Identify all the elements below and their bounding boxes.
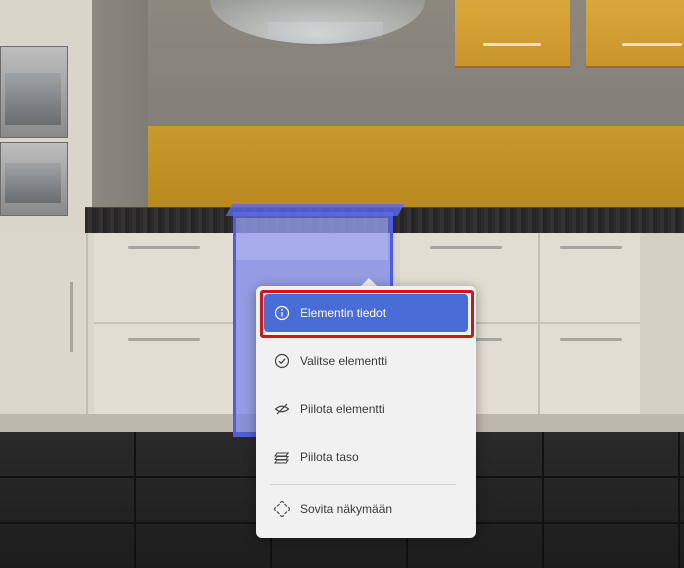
oven-upper bbox=[0, 46, 68, 138]
menu-item-fit-view[interactable]: Sovita näkymään bbox=[264, 490, 468, 528]
oven-lower bbox=[0, 142, 68, 216]
layers-icon bbox=[274, 449, 290, 465]
menu-item-label: Piilota taso bbox=[300, 450, 359, 464]
eye-off-icon bbox=[274, 401, 290, 417]
lower-cabinet-left[interactable] bbox=[0, 232, 88, 432]
dishwasher-panel[interactable] bbox=[640, 232, 684, 432]
menu-item-label: Sovita näkymään bbox=[300, 502, 393, 516]
cabinet-handle bbox=[70, 282, 73, 352]
upper-cabinet-1[interactable] bbox=[455, 0, 570, 68]
cabinet-handle bbox=[430, 246, 502, 249]
tall-oven-cabinet[interactable] bbox=[0, 0, 92, 232]
wall-section bbox=[92, 0, 148, 232]
check-circle-icon bbox=[274, 353, 290, 369]
selected-element-top bbox=[225, 204, 405, 216]
menu-item-label: Piilota elementti bbox=[300, 402, 385, 416]
menu-item-hide-element[interactable]: Piilota elementti bbox=[264, 390, 468, 428]
menu-item-label: Valitse elementti bbox=[300, 354, 388, 368]
backsplash bbox=[148, 126, 684, 212]
cabinet-handle bbox=[560, 246, 622, 249]
fit-view-icon bbox=[274, 501, 290, 517]
cabinet-handle bbox=[560, 338, 622, 341]
context-menu: Elementin tiedot Valitse elementti Piilo… bbox=[256, 286, 476, 538]
menu-item-select-element[interactable]: Valitse elementti bbox=[264, 342, 468, 380]
menu-divider bbox=[270, 484, 456, 485]
menu-item-element-info[interactable]: Elementin tiedot bbox=[264, 294, 468, 332]
selected-element-face bbox=[236, 218, 388, 260]
info-icon bbox=[274, 305, 290, 321]
upper-cabinet-2[interactable] bbox=[586, 0, 684, 68]
menu-item-hide-layer[interactable]: Piilota taso bbox=[264, 438, 468, 476]
cabinet-handle bbox=[128, 338, 200, 341]
menu-item-label: Elementin tiedot bbox=[300, 306, 387, 320]
cabinet-handle bbox=[128, 246, 200, 249]
